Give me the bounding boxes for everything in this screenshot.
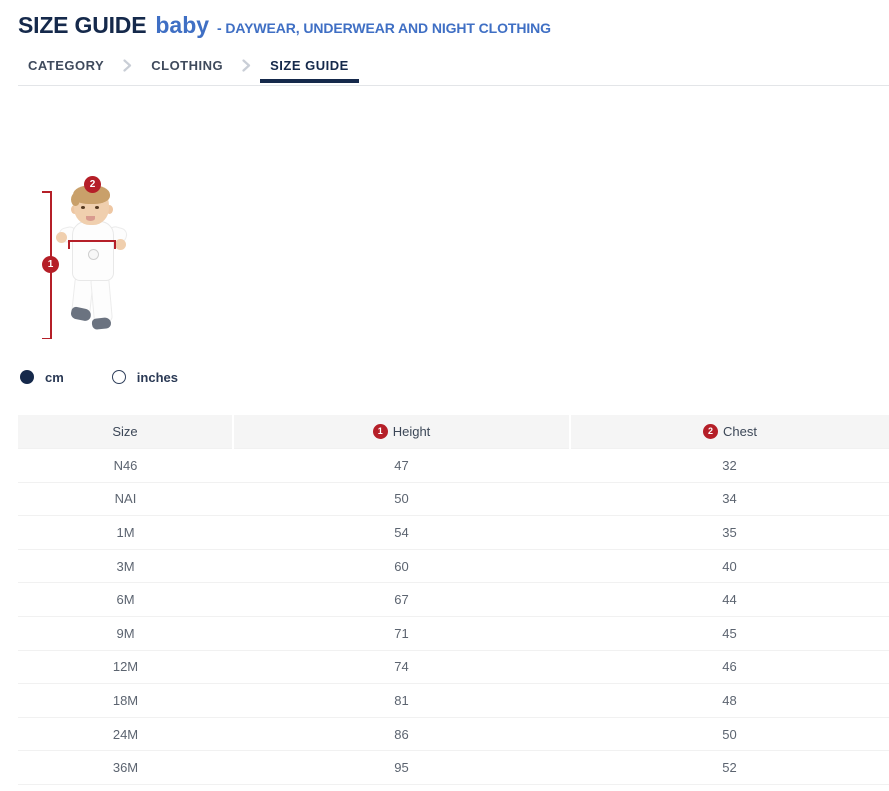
column-header-chest: 2 Chest [570, 415, 889, 449]
cell-height: 50 [233, 482, 570, 516]
size-table: Size 1 Height 2 Chest [18, 415, 889, 785]
cell-height: 74 [233, 650, 570, 684]
cell-size: 9M [18, 616, 233, 650]
cell-chest: 35 [570, 516, 889, 550]
size-table-header: Size 1 Height 2 Chest [18, 415, 889, 449]
page-title: SIZE GUIDE baby - DAYWEAR, UNDERWEAR AND… [18, 12, 889, 39]
column-header-height-label: Height [393, 424, 431, 439]
cell-size: 24M [18, 717, 233, 751]
breadcrumb: CATEGORY CLOTHING SIZE GUIDE [0, 54, 889, 86]
height-cap-bottom [42, 338, 52, 340]
chevron-right-icon [114, 59, 141, 82]
baby-hand-right [115, 239, 126, 250]
table-row: 24M 86 50 [18, 717, 889, 751]
cell-chest: 50 [570, 717, 889, 751]
page-title-main: SIZE GUIDE [18, 12, 146, 39]
cell-chest: 32 [570, 449, 889, 483]
chest-tick-left [68, 240, 70, 249]
breadcrumb-divider [18, 85, 889, 86]
cell-height: 95 [233, 751, 570, 785]
cell-size: 3M [18, 549, 233, 583]
unit-option-inches[interactable]: inches [112, 370, 178, 385]
table-row: N46 47 32 [18, 449, 889, 483]
cell-height: 71 [233, 616, 570, 650]
column-header-height: 1 Height [233, 415, 570, 449]
cell-size: 1M [18, 516, 233, 550]
height-column-badge: 1 [373, 424, 388, 439]
cell-height: 47 [233, 449, 570, 483]
chest-tick-right [114, 240, 116, 249]
breadcrumb-item-category[interactable]: CATEGORY [18, 58, 114, 83]
cell-height: 67 [233, 583, 570, 617]
unit-selector: cm inches [0, 366, 889, 388]
baby-shoe-right [91, 317, 111, 330]
baby-eye-left [81, 206, 85, 209]
unit-label-inches: inches [137, 370, 178, 385]
cell-size: NAI [18, 482, 233, 516]
breadcrumb-item-size-guide[interactable]: SIZE GUIDE [260, 58, 359, 83]
unit-label-cm: cm [45, 370, 64, 385]
table-row: 6M 67 44 [18, 583, 889, 617]
baby-hair-side [71, 193, 80, 206]
unit-option-cm[interactable]: cm [20, 370, 64, 385]
breadcrumb-item-clothing[interactable]: CLOTHING [141, 58, 233, 83]
cell-height: 54 [233, 516, 570, 550]
cell-chest: 40 [570, 549, 889, 583]
cell-size: 12M [18, 650, 233, 684]
cell-chest: 52 [570, 751, 889, 785]
chevron-right-icon [233, 59, 260, 82]
page-title-accent: baby [155, 12, 209, 39]
chest-marker-badge: 2 [84, 176, 101, 193]
column-header-size-label: Size [112, 424, 137, 439]
baby-mouth [86, 216, 95, 221]
cell-height: 86 [233, 717, 570, 751]
radio-cm-selected-icon[interactable] [20, 370, 34, 384]
chest-line [68, 240, 116, 242]
cell-chest: 34 [570, 482, 889, 516]
size-table-body: N46 47 32 NAI 50 34 1M 54 35 3M 60 40 6M [18, 449, 889, 785]
table-row: NAI 50 34 [18, 482, 889, 516]
chest-measurement-line [68, 240, 116, 252]
table-row: 18M 81 48 [18, 684, 889, 718]
cell-chest: 45 [570, 616, 889, 650]
cell-chest: 48 [570, 684, 889, 718]
size-table-container: Size 1 Height 2 Chest [0, 415, 889, 785]
baby-photo [54, 187, 126, 339]
cell-chest: 44 [570, 583, 889, 617]
cell-chest: 46 [570, 650, 889, 684]
height-marker-badge: 1 [42, 256, 59, 273]
page-title-subtitle: - DAYWEAR, UNDERWEAR AND NIGHT CLOTHING [217, 20, 551, 36]
baby-illustration: 1 2 [18, 183, 158, 343]
cell-height: 60 [233, 549, 570, 583]
cell-size: 6M [18, 583, 233, 617]
table-header-row: Size 1 Height 2 Chest [18, 415, 889, 449]
baby-eye-right [95, 206, 99, 209]
radio-inches-icon[interactable] [112, 370, 126, 384]
cell-size: 18M [18, 684, 233, 718]
table-row: 1M 54 35 [18, 516, 889, 550]
cell-size: 36M [18, 751, 233, 785]
table-row: 12M 74 46 [18, 650, 889, 684]
baby-hand-left [56, 232, 67, 243]
table-row: 9M 71 45 [18, 616, 889, 650]
table-row: 36M 95 52 [18, 751, 889, 785]
breadcrumb-list: CATEGORY CLOTHING SIZE GUIDE [0, 54, 889, 86]
table-row: 3M 60 40 [18, 549, 889, 583]
page-header: SIZE GUIDE baby - DAYWEAR, UNDERWEAR AND… [0, 0, 889, 39]
column-header-size: Size [18, 415, 233, 449]
cell-height: 81 [233, 684, 570, 718]
measurement-figure-area: 1 2 [0, 183, 889, 358]
column-header-chest-label: Chest [723, 424, 757, 439]
chest-column-badge: 2 [703, 424, 718, 439]
baby-leg-right [90, 274, 113, 323]
cell-size: N46 [18, 449, 233, 483]
